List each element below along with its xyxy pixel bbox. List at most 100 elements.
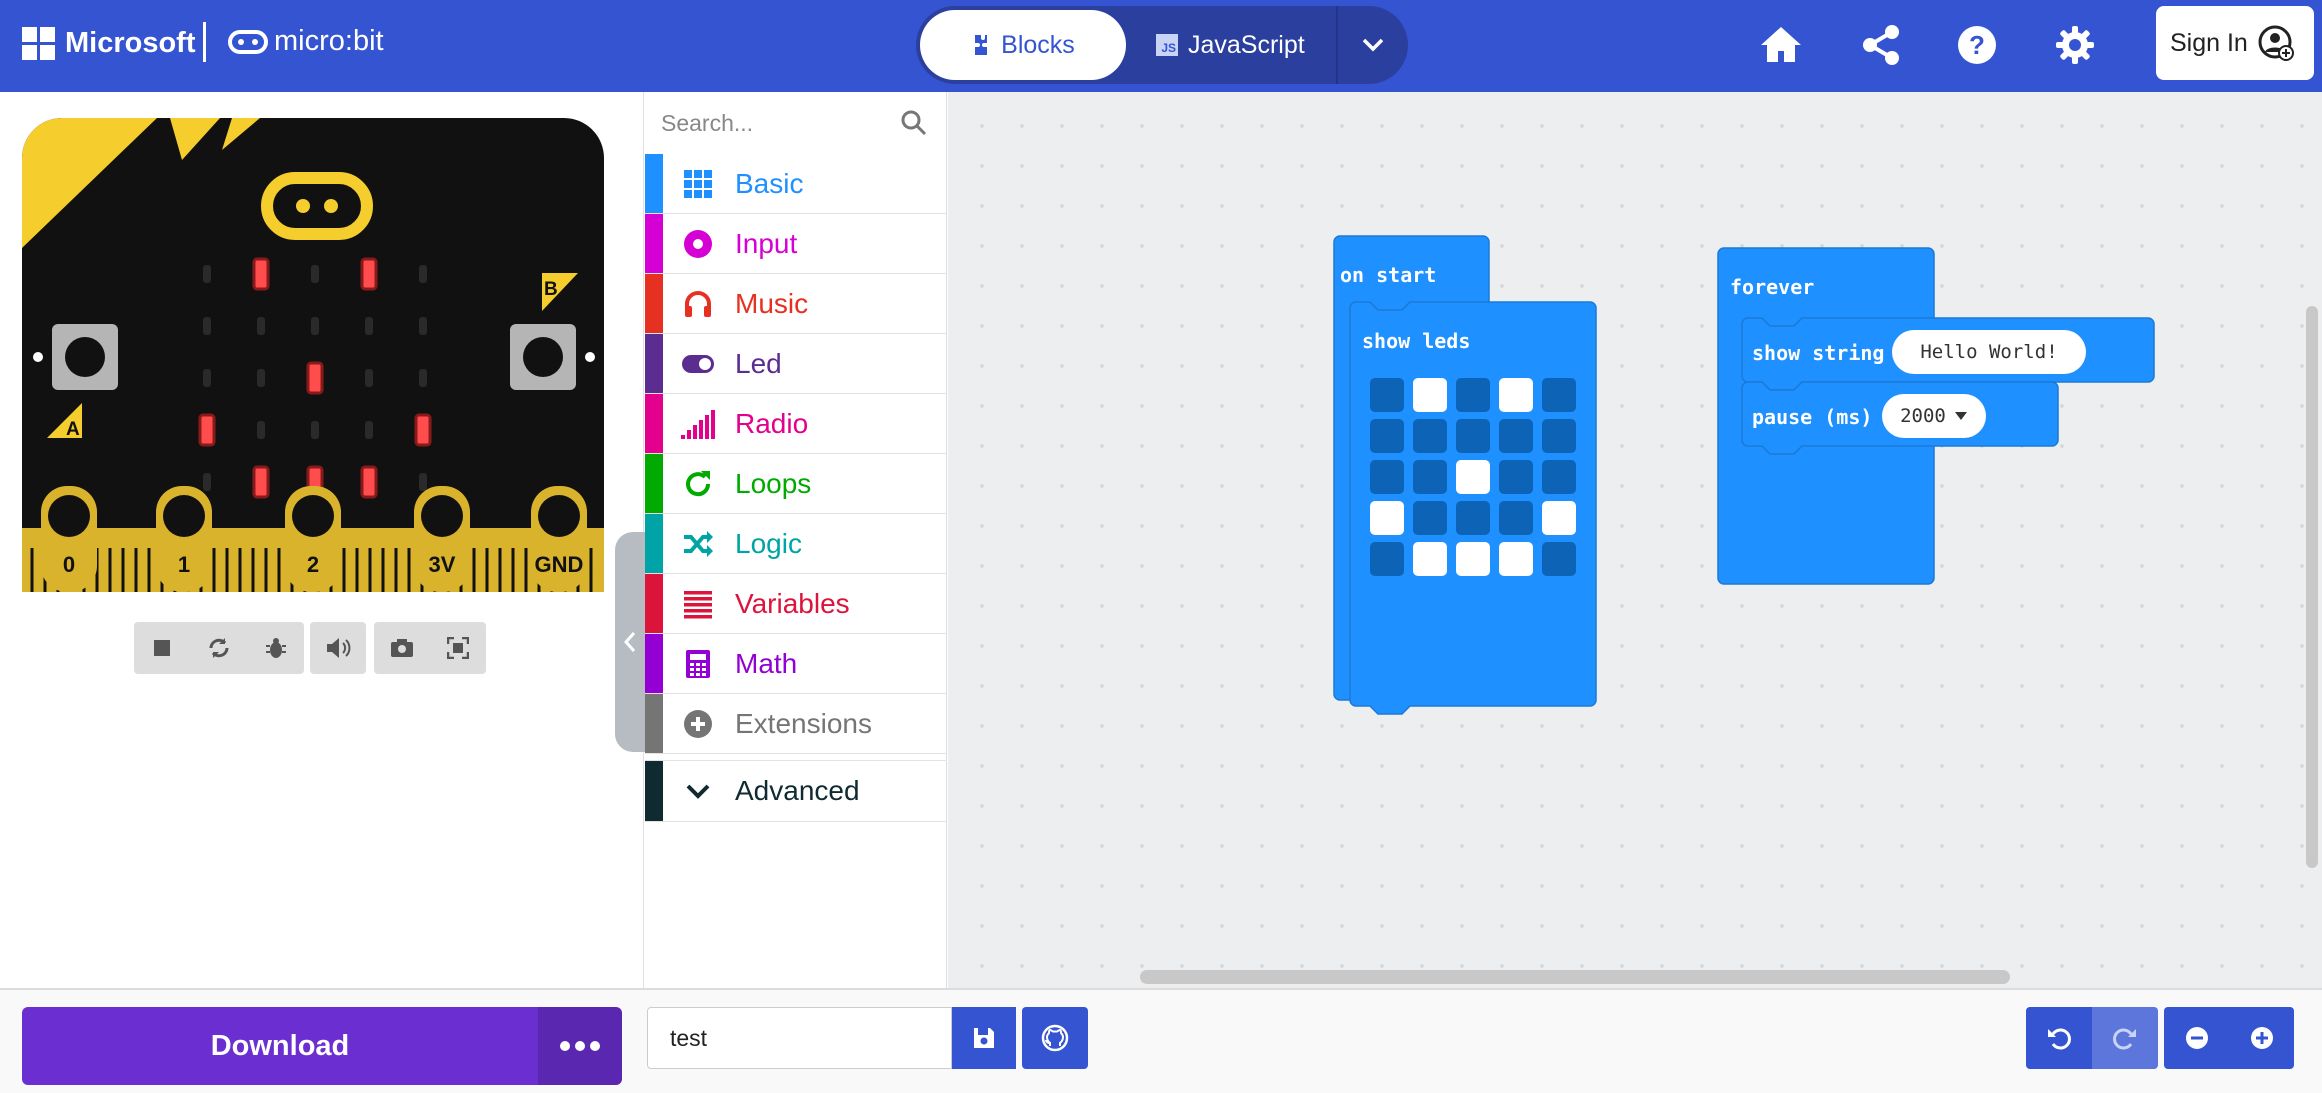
- header: Microsoft micro:bit Blocks JS JavaScript…: [0, 0, 2322, 92]
- ellipsis-dot: [590, 1041, 600, 1051]
- led-cell[interactable]: [1542, 378, 1576, 412]
- share-icon[interactable]: [1858, 22, 1904, 68]
- pin-2[interactable]: 2: [285, 486, 341, 592]
- pin-gnd[interactable]: GND: [531, 486, 587, 592]
- led-cell[interactable]: [1413, 419, 1447, 453]
- sim-led: [365, 317, 373, 335]
- mute-icon[interactable]: [324, 634, 352, 662]
- string-input[interactable]: Hello World!: [1892, 330, 2086, 374]
- led-cell[interactable]: [1499, 378, 1533, 412]
- github-button[interactable]: [1022, 1007, 1088, 1069]
- led-cell[interactable]: [1542, 460, 1576, 494]
- pin-3v[interactable]: 3V: [414, 486, 470, 592]
- toolbox-search: [645, 92, 947, 154]
- headphones-icon: [681, 287, 715, 321]
- settings-icon[interactable]: [2052, 22, 2098, 68]
- led-cell[interactable]: [1499, 419, 1533, 453]
- toolbox-category-led[interactable]: Led: [645, 334, 947, 394]
- category-color-bar: [645, 514, 663, 573]
- led-cell[interactable]: [1499, 460, 1533, 494]
- vertical-scrollbar[interactable]: [2306, 306, 2318, 868]
- toolbox-category-input[interactable]: Input: [645, 214, 947, 274]
- microbit-board[interactable]: A B 0 1 2 3V GND: [22, 118, 604, 592]
- signin-button[interactable]: Sign In: [2156, 6, 2314, 80]
- button-b[interactable]: [510, 324, 576, 390]
- led-cell[interactable]: [1499, 542, 1533, 576]
- download-more-button[interactable]: [538, 1007, 622, 1085]
- category-label: Radio: [735, 407, 809, 439]
- download-button[interactable]: Download: [22, 1007, 538, 1085]
- redo-button[interactable]: [2092, 1007, 2158, 1069]
- led-cell[interactable]: [1413, 378, 1447, 412]
- editor-toggle: Blocks JS JavaScript: [916, 6, 1408, 84]
- stop-icon[interactable]: [148, 634, 176, 662]
- pin-1[interactable]: 1: [156, 486, 212, 592]
- editor-more-button[interactable]: [1336, 6, 1408, 84]
- led-cell[interactable]: [1456, 501, 1490, 535]
- project-name-input[interactable]: [647, 1007, 952, 1069]
- save-icon: [974, 1028, 994, 1048]
- toolbox-category-radio[interactable]: Radio: [645, 394, 947, 454]
- toolbox-category-variables[interactable]: Variables: [645, 574, 947, 634]
- led-cell[interactable]: [1456, 460, 1490, 494]
- blocks-workspace[interactable]: on start show leds forever show string H…: [948, 92, 2322, 988]
- led-cell[interactable]: [1413, 460, 1447, 494]
- category-label: Loops: [735, 467, 812, 499]
- sim-control-group-sound: [310, 622, 366, 674]
- brand-label: Microsoft: [65, 27, 196, 59]
- toolbox-category-math[interactable]: Math: [645, 634, 947, 694]
- restart-icon[interactable]: [205, 634, 233, 662]
- led-cell[interactable]: [1456, 378, 1490, 412]
- toolbox-category-loops[interactable]: Loops: [645, 454, 947, 514]
- microbit-logo[interactable]: micro:bit: [228, 25, 384, 58]
- led-cell[interactable]: [1456, 419, 1490, 453]
- search-icon[interactable]: [901, 110, 927, 136]
- pause-dropdown[interactable]: 2000: [1882, 394, 1986, 438]
- collapse-simulator-button[interactable]: [615, 532, 645, 752]
- led-cell[interactable]: [1370, 378, 1404, 412]
- led-cell[interactable]: [1370, 542, 1404, 576]
- chevron-down-icon: [1362, 38, 1384, 52]
- signal-bars-icon: [681, 407, 715, 441]
- string-value: Hello World!: [1920, 341, 2058, 363]
- zoom-in-button[interactable]: [2230, 1007, 2294, 1069]
- category-color-bar: [645, 574, 663, 633]
- help-icon[interactable]: ?: [1954, 22, 2000, 68]
- led-cell[interactable]: [1413, 542, 1447, 576]
- horizontal-scrollbar[interactable]: [1140, 970, 2010, 984]
- blocks-tab[interactable]: Blocks: [920, 10, 1126, 80]
- pin-0[interactable]: 0: [41, 486, 97, 592]
- toolbox-category-basic[interactable]: Basic: [645, 154, 947, 214]
- undo-button[interactable]: [2026, 1007, 2092, 1069]
- refresh-icon: [681, 467, 715, 501]
- search-input[interactable]: [659, 104, 889, 142]
- signin-label: Sign In: [2170, 28, 2248, 57]
- toolbox-category-logic[interactable]: Logic: [645, 514, 947, 574]
- home-icon[interactable]: [1758, 22, 1804, 68]
- fullscreen-icon[interactable]: [444, 634, 472, 662]
- save-button[interactable]: [952, 1007, 1016, 1069]
- microsoft-logo[interactable]: Microsoft: [22, 27, 196, 60]
- led-cell[interactable]: [1456, 542, 1490, 576]
- toolbox-advanced[interactable]: Advanced: [645, 760, 947, 822]
- plus-circle-icon: [681, 707, 715, 741]
- undo-icon: [2048, 1028, 2071, 1050]
- button-b-label: B: [544, 279, 558, 300]
- button-a[interactable]: [52, 324, 118, 390]
- led-cell[interactable]: [1370, 460, 1404, 494]
- led-cell[interactable]: [1542, 501, 1576, 535]
- led-cell[interactable]: [1413, 501, 1447, 535]
- javascript-tab[interactable]: JS JavaScript: [1156, 10, 1305, 80]
- screenshot-icon[interactable]: [388, 634, 416, 662]
- toolbox-category-extensions[interactable]: Extensions: [645, 694, 947, 754]
- led-cell[interactable]: [1499, 501, 1533, 535]
- led-cell[interactable]: [1370, 419, 1404, 453]
- debug-icon[interactable]: [262, 634, 290, 662]
- zoom-out-button[interactable]: [2164, 1007, 2230, 1069]
- toolbox-category-music[interactable]: Music: [645, 274, 947, 334]
- led-cell[interactable]: [1370, 501, 1404, 535]
- led-grid[interactable]: [1370, 378, 1576, 576]
- led-cell[interactable]: [1542, 419, 1576, 453]
- led-cell[interactable]: [1542, 542, 1576, 576]
- category-label: Basic: [735, 167, 804, 199]
